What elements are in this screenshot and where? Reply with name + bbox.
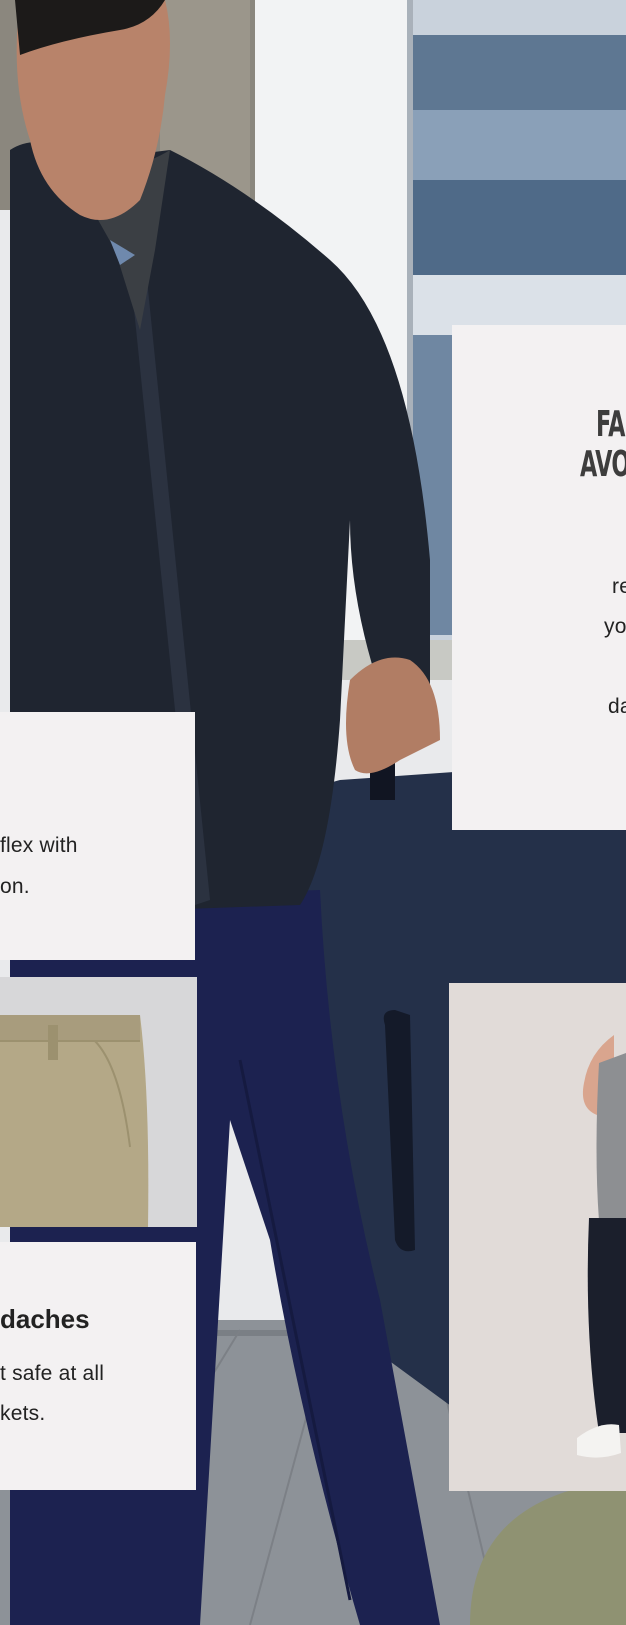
feature-card-right-body-line-2: yo [604, 615, 626, 638]
feature-card-right-heading-line-2: AVO [580, 444, 626, 485]
feature-card-right: FA AVO re yo da [452, 325, 626, 830]
feature-card-right-body-line-1: re [612, 575, 626, 598]
model-outfit-image [449, 983, 626, 1491]
model-product-card[interactable] [449, 983, 626, 1491]
chino-product-card[interactable] [0, 977, 197, 1227]
hero-scene: FA AVO re yo da flex with on. daches t s… [0, 0, 626, 1625]
feature-card-bottom: daches t safe at all kets. [0, 1242, 196, 1490]
feature-card-bottom-heading: daches [0, 1304, 90, 1334]
feature-card-left-body-line-1: flex with [0, 834, 78, 857]
feature-card-left: flex with on. [0, 712, 195, 960]
chino-pants-image [0, 977, 197, 1227]
feature-card-bottom-body-line-2: kets. [0, 1402, 46, 1425]
feature-card-right-body-line-3: da [608, 695, 626, 718]
feature-card-left-body-line-2: on. [0, 875, 30, 898]
feature-card-bottom-body-line-1: t safe at all [0, 1362, 105, 1385]
feature-card-right-heading-line-1: FA [596, 404, 625, 445]
